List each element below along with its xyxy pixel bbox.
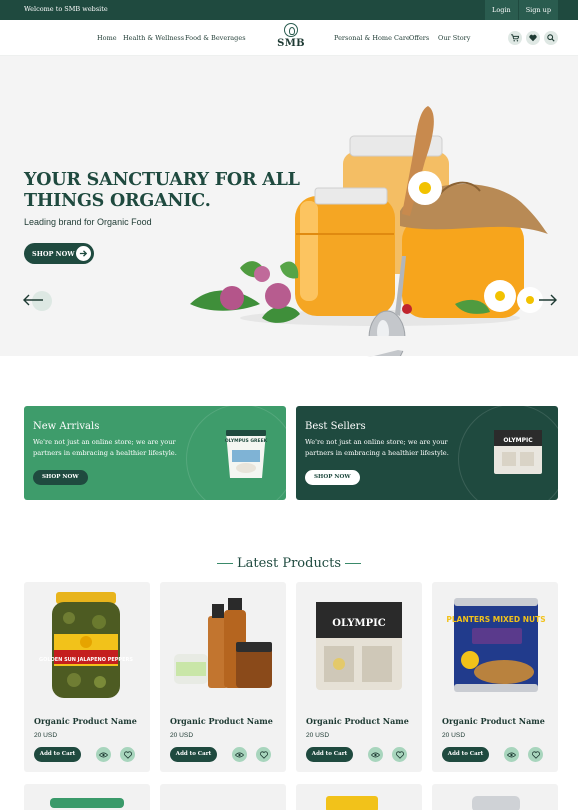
nav-offers[interactable]: Offers <box>409 34 429 42</box>
add-to-cart-button[interactable]: Add to Cart <box>442 747 489 762</box>
product-card-partial[interactable] <box>160 784 286 810</box>
auth-links: Login Sign up <box>484 0 558 20</box>
jalapeno-jar-image: GOLDEN SUN JALAPENO PEPPERS <box>39 592 133 698</box>
wishlist-heart-icon[interactable] <box>392 747 407 762</box>
product-card[interactable]: PLANTERS MIXED NUTS Organic Product Name… <box>432 582 558 772</box>
quick-view-eye-icon[interactable] <box>368 747 383 762</box>
arrow-left-icon <box>22 293 44 310</box>
nav-personal-home-care[interactable]: Personal & Home Care <box>334 34 410 42</box>
add-to-cart-button[interactable]: Add to Cart <box>34 747 81 762</box>
product-price: 20 USD <box>34 732 58 739</box>
hero-next-button[interactable] <box>538 293 558 310</box>
promo-title: New Arrivals <box>33 421 100 432</box>
product-label: PLANTERS MIXED NUTS <box>446 615 545 624</box>
quick-view-eye-icon[interactable] <box>232 747 247 762</box>
promo-title: Best Sellers <box>305 421 366 432</box>
heart-icon[interactable] <box>526 31 540 45</box>
promo-best-sellers[interactable]: Best Sellers We're not just an online st… <box>296 406 558 500</box>
product-name[interactable]: Organic Product Name <box>170 716 273 726</box>
signup-link[interactable]: Sign up <box>517 0 558 20</box>
planters-nuts-can-image: PLANTERS MIXED NUTS <box>446 598 546 692</box>
promo-description: We're not just an online store; we are y… <box>33 438 177 457</box>
product-card-partial[interactable] <box>296 784 422 810</box>
hero-shop-now-button[interactable]: SHOP NOW <box>24 243 94 264</box>
hero-banner: YOUR SANCTUARY FOR ALL THINGS ORGANIC. L… <box>0 56 578 356</box>
nav-health-wellness[interactable]: Health & Wellness <box>123 34 184 42</box>
wishlist-heart-icon[interactable] <box>528 747 543 762</box>
shop-now-label: SHOP NOW <box>32 249 75 258</box>
product-name[interactable]: Organic Product Name <box>442 716 545 726</box>
product-card-partial[interactable] <box>24 784 150 810</box>
quick-view-eye-icon[interactable] <box>96 747 111 762</box>
nav-our-story[interactable]: Our Story <box>438 34 470 42</box>
add-to-cart-button[interactable]: Add to Cart <box>306 747 353 762</box>
latest-products-title: Latest Products <box>0 556 578 571</box>
latest-products-label: Latest Products <box>237 556 341 571</box>
top-bar: Welcome to SMB website Login Sign up <box>0 0 578 20</box>
promo-product-label: OLYMPIC <box>503 437 533 444</box>
arrow-right-icon <box>76 246 91 261</box>
greek-yogurt-product-image: OLYMPUS GREEK <box>225 430 268 478</box>
main-nav: Home Health & Wellness Food & Beverages … <box>0 20 578 56</box>
product-card[interactable]: GOLDEN SUN JALAPENO PEPPERS Organic Prod… <box>24 582 150 772</box>
search-icon[interactable] <box>544 31 558 45</box>
olympic-yogurt-pack-image: OLYMPIC <box>316 602 402 690</box>
promo-shop-now-button[interactable]: SHOP NOW <box>305 470 360 485</box>
product-card-partial[interactable] <box>432 784 558 810</box>
title-dash <box>345 563 361 564</box>
hero-prev-button[interactable] <box>22 291 54 311</box>
logo-text: SMB <box>277 38 305 49</box>
promo-shop-now-button[interactable]: SHOP NOW <box>33 470 88 485</box>
add-to-cart-button[interactable]: Add to Cart <box>170 747 217 762</box>
product-price: 20 USD <box>170 732 194 739</box>
product-card[interactable]: OLYMPIC Organic Product Name 20 USD Add … <box>296 582 422 772</box>
product-label: OLYMPIC <box>332 618 386 629</box>
promo-product-label: OLYMPUS GREEK <box>225 438 268 444</box>
product-image-partial <box>50 798 124 808</box>
nav-food-beverages[interactable]: Food & Beverages <box>185 34 246 42</box>
welcome-text: Welcome to SMB website <box>24 5 108 13</box>
product-image-partial <box>326 796 378 810</box>
olympic-yogurt-pack-image: OLYMPIC <box>494 430 542 474</box>
product-label: GOLDEN SUN JALAPENO PEPPERS <box>39 657 133 663</box>
wishlist-heart-icon[interactable] <box>256 747 271 762</box>
logo[interactable]: SMB <box>274 23 308 53</box>
wishlist-heart-icon[interactable] <box>120 747 135 762</box>
product-card[interactable]: Organic Product Name 20 USD Add to Cart <box>160 582 286 772</box>
hero-subtitle: Leading brand for Organic Food <box>24 217 152 227</box>
promo-new-arrivals[interactable]: New Arrivals We're not just an online st… <box>24 406 286 500</box>
nav-home[interactable]: Home <box>97 34 117 42</box>
title-dash <box>217 563 233 564</box>
quick-view-eye-icon[interactable] <box>504 747 519 762</box>
product-name[interactable]: Organic Product Name <box>306 716 409 726</box>
hero-heading: YOUR SANCTUARY FOR ALL THINGS ORGANIC. <box>24 170 300 211</box>
product-image-partial <box>472 796 520 810</box>
cart-icon[interactable] <box>508 31 522 45</box>
product-price: 20 USD <box>306 732 330 739</box>
login-link[interactable]: Login <box>484 0 518 20</box>
product-name[interactable]: Organic Product Name <box>34 716 137 726</box>
arrow-right-icon <box>538 294 558 310</box>
nav-icons <box>508 31 558 45</box>
skincare-bottles-image <box>174 598 272 688</box>
logo-mark-icon <box>284 23 298 37</box>
promo-description: We're not just an online store; we are y… <box>305 438 449 457</box>
product-price: 20 USD <box>442 732 466 739</box>
hero-torn-edge <box>0 336 578 357</box>
